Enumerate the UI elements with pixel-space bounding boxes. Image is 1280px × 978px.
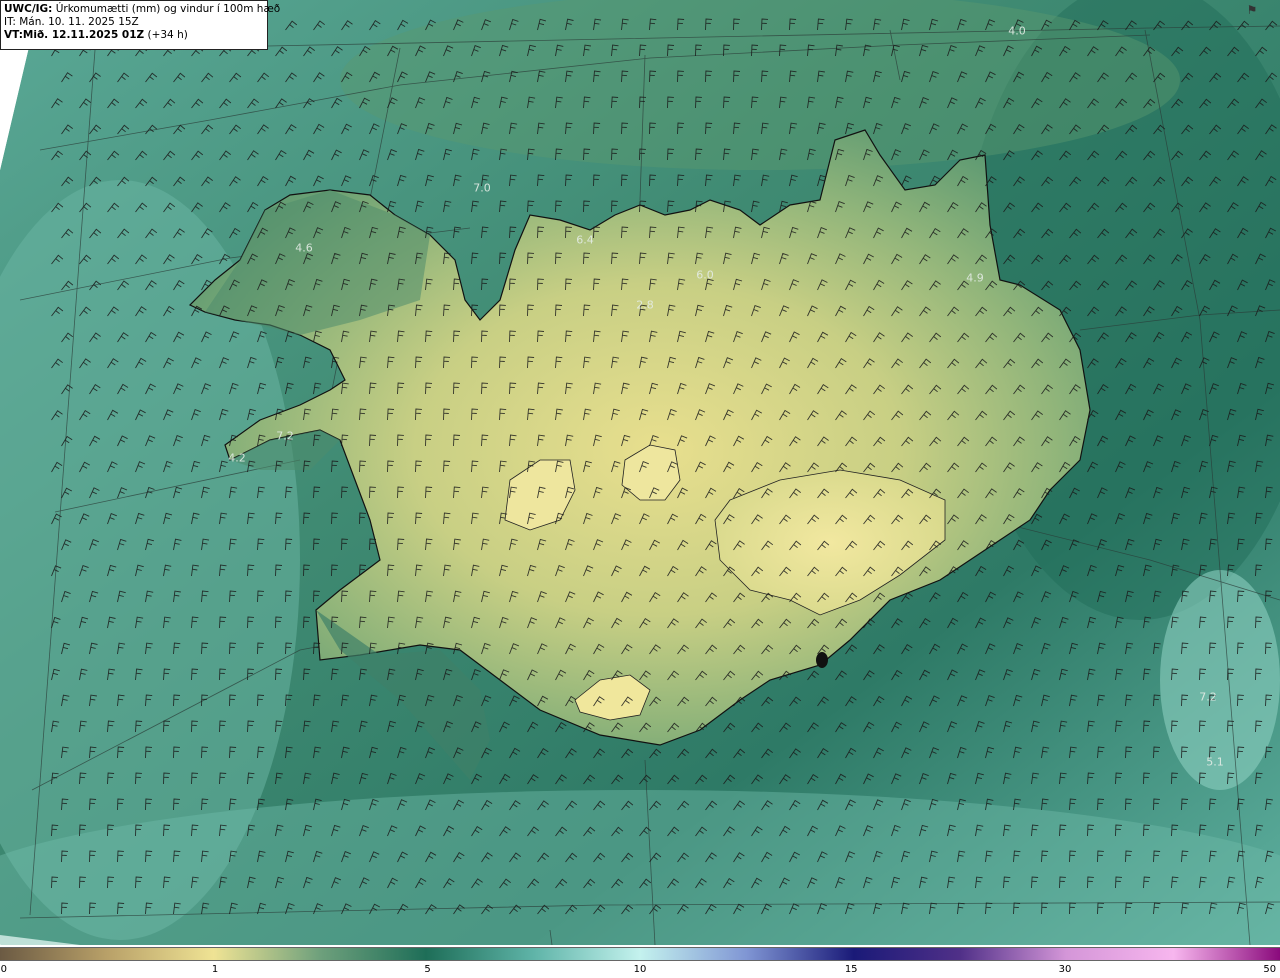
wind-barb-icon[interactable]: ⚑ xyxy=(1244,2,1260,18)
precip-value-label: 7.0 xyxy=(473,181,491,195)
header-it-line: IT: Mán. 10. 11. 2025 15Z xyxy=(4,16,264,29)
map-area[interactable]: 4.0 7.0 4.6 6.4 6.0 4.9 2.8 7.2 4.2 7.2 5.1 UWC/IG… xyxy=(0,0,1280,945)
precip-value-label: 6.4 xyxy=(576,233,594,247)
color-legend-labels: 0 1 5 10 15 30 50 xyxy=(0,962,1280,978)
legend-tick-5: 5 xyxy=(424,964,431,975)
dark-spot-southeast xyxy=(816,652,828,668)
color-legend-bar xyxy=(0,947,1280,961)
precip-value-label: 4.2 xyxy=(228,451,246,465)
it-value: Mán. 10. 11. 2025 15Z xyxy=(15,16,139,28)
vt-label: VT: xyxy=(4,29,23,41)
precip-value-label: 2.8 xyxy=(636,298,654,312)
precip-value-label: 4.9 xyxy=(966,271,984,285)
lead-time: (+34 h) xyxy=(144,29,188,41)
precip-value-label: 4.6 xyxy=(295,241,313,255)
precip-value-label: 7.2 xyxy=(276,429,294,443)
header-vt-line: VT:Mið. 12.11.2025 01Z (+34 h) xyxy=(4,29,264,42)
header-box: UWC/IG: Úrkomumætti (mm) og vindur í 100… xyxy=(0,0,280,50)
precip-value-label: 7.2 xyxy=(1199,690,1217,704)
precip-value-label: 5.1 xyxy=(1206,755,1224,769)
vt-value: Mið. 12.11.2025 01Z xyxy=(22,29,145,41)
precip-value-label: 6.0 xyxy=(696,268,714,282)
header-title-line: UWC/IG: Úrkomumætti (mm) og vindur í 100… xyxy=(4,3,280,16)
legend-tick-15: 15 xyxy=(844,964,858,975)
legend-tick-1: 1 xyxy=(211,964,219,975)
map-canvas xyxy=(0,0,1280,945)
legend-tick-50: 50 xyxy=(1263,964,1277,975)
precip-value-label: 4.0 xyxy=(1008,24,1026,38)
legend-tick-30: 30 xyxy=(1058,964,1072,975)
model-label: UWC/IG: xyxy=(4,3,53,15)
legend-tick-10: 10 xyxy=(633,964,647,975)
legend-tick-0: 0 xyxy=(0,964,8,975)
it-label: IT: xyxy=(4,16,16,28)
product-title: Úrkomumætti (mm) og vindur í 100m hæð xyxy=(52,3,281,15)
